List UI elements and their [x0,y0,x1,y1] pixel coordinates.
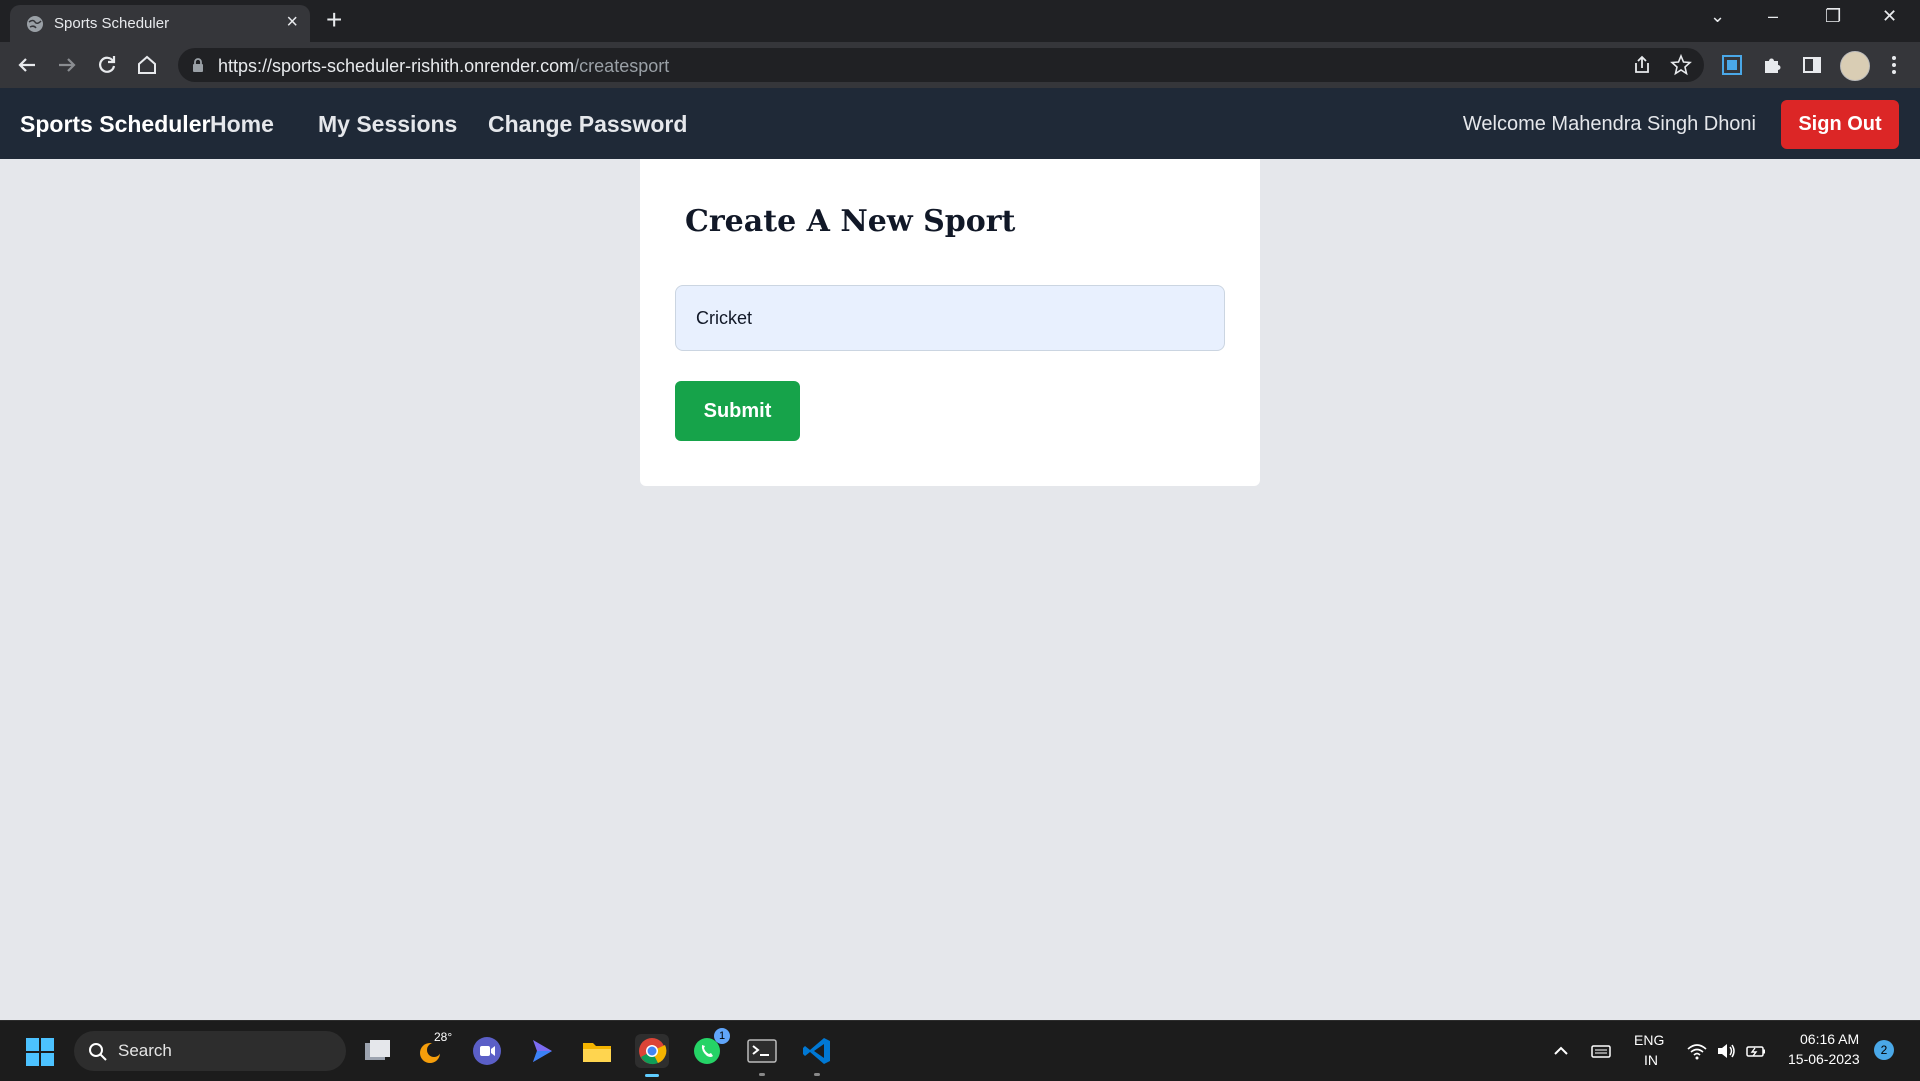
extensions-puzzle-icon[interactable] [1758,51,1786,79]
tab-search-chevron-icon[interactable]: ⌄ [1710,6,1725,27]
keyboard-icon[interactable] [1590,1040,1612,1062]
search-icon [89,1043,107,1061]
browser-toolbar: https://sports-scheduler-rishith.onrende… [0,42,1920,88]
windows-start-icon[interactable] [26,1038,54,1066]
welcome-message: Welcome Mahendra Singh Dhoni [1462,113,1756,135]
create-sport-card: Create A New Sport Submit [640,159,1260,486]
nav-link-home[interactable]: Home [210,111,274,138]
browser-tab[interactable]: Sports Scheduler × [10,5,310,42]
meet-video-icon[interactable] [470,1034,504,1068]
clock-date[interactable]: 15-06-2023 [1788,1051,1860,1067]
running-app-indicator [814,1073,820,1076]
running-app-indicator [759,1073,765,1076]
restore-icon[interactable]: ❐ [1825,6,1841,27]
region-indicator[interactable]: IN [1644,1052,1658,1068]
clock-time[interactable]: 06:16 AM [1800,1031,1859,1047]
active-app-indicator [645,1074,659,1077]
address-bar[interactable]: https://sports-scheduler-rishith.onrende… [178,48,1704,82]
share-icon[interactable] [1628,51,1656,79]
side-panel-icon[interactable] [1798,51,1826,79]
browser-tab-strip: Sports Scheduler × + ⌄ – ❐ ✕ [0,0,1920,42]
taskbar-search-label: Search [118,1041,172,1060]
bookmark-star-icon[interactable] [1667,51,1695,79]
task-view-icon[interactable] [360,1034,394,1068]
whatsapp-badge: 1 [714,1028,730,1044]
url-host: https://sports-scheduler-rishith.onrende… [218,56,575,76]
vscode-icon[interactable] [800,1034,834,1076]
kebab-menu-icon[interactable] [1880,51,1908,79]
app-navbar: Sports Scheduler Home My Sessions Change… [0,88,1920,159]
profile-avatar[interactable] [1840,51,1870,81]
terminal-icon[interactable] [745,1034,779,1076]
taskbar-search-box[interactable]: Search [74,1031,346,1071]
back-arrow-icon[interactable] [13,51,41,79]
file-explorer-icon[interactable] [580,1034,614,1068]
close-tab-icon[interactable]: × [286,12,298,32]
page-title: Create A New Sport [685,204,1016,239]
brand-logo-text[interactable]: Sports Scheduler [20,111,210,138]
copilot-icon[interactable] [525,1034,559,1068]
url-text: https://sports-scheduler-rishith.onrende… [218,56,669,77]
battery-icon[interactable] [1745,1040,1767,1062]
home-icon[interactable] [133,51,161,79]
minimize-icon[interactable]: – [1768,6,1778,27]
chrome-icon[interactable] [635,1034,669,1077]
wifi-icon[interactable] [1686,1040,1708,1062]
tab-title: Sports Scheduler [54,15,170,32]
new-tab-button[interactable]: + [326,6,342,34]
whatsapp-icon[interactable]: 1 [690,1028,730,1068]
submit-button[interactable]: Submit [675,381,800,441]
window-close-icon[interactable]: ✕ [1882,6,1897,27]
screen-capture-icon[interactable] [1718,51,1746,79]
sign-out-button[interactable]: Sign Out [1781,100,1899,149]
weather-temperature: 28° [434,1030,453,1044]
notification-count-badge[interactable]: 2 [1874,1040,1894,1060]
lock-icon[interactable] [190,57,206,73]
windows-taskbar: Search 1 [0,1020,1920,1081]
globe-icon [27,16,43,32]
forward-arrow-icon[interactable] [53,51,81,79]
volume-icon[interactable] [1715,1040,1737,1062]
nav-link-change-password[interactable]: Change Password [488,111,687,138]
tray-chevron-up-icon[interactable] [1550,1040,1572,1062]
url-path: /createsport [574,56,670,76]
sport-name-input[interactable] [675,285,1225,351]
reload-icon[interactable] [93,51,121,79]
nav-link-my-sessions[interactable]: My Sessions [318,111,457,138]
language-indicator[interactable]: ENG [1634,1032,1664,1048]
